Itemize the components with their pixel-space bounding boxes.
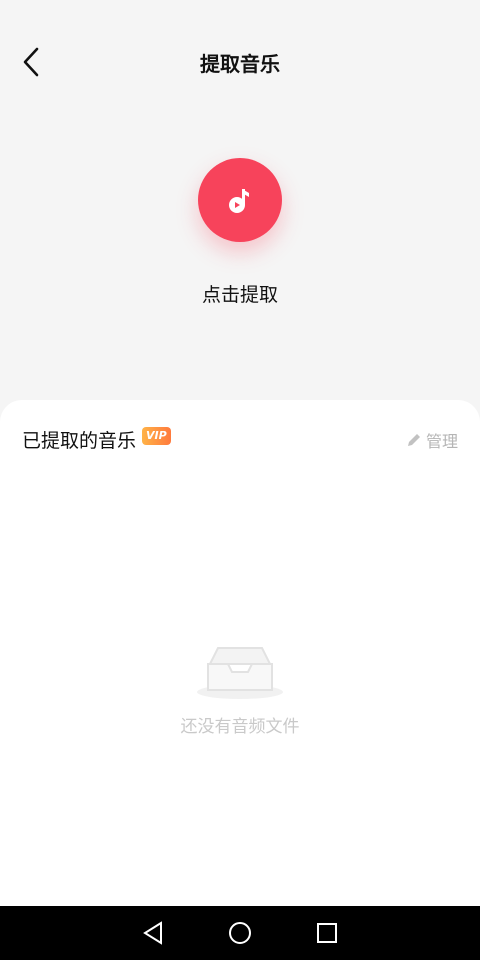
vip-badge: VIP (142, 426, 171, 445)
square-recents-icon (316, 923, 337, 943)
nav-recents-button[interactable] (307, 913, 347, 953)
empty-tray-icon (197, 647, 283, 699)
manage-button[interactable]: 管理 (406, 428, 458, 452)
extracted-music-panel: 已提取的音乐 VIP 管理 还没有音频文件 (0, 400, 480, 906)
panel-title: 已提取的音乐 VIP (22, 426, 171, 453)
pencil-icon (407, 434, 420, 446)
nav-back-button[interactable] (133, 913, 173, 953)
panel-title-text: 已提取的音乐 (22, 430, 137, 452)
top-bar: 提取音乐 (0, 0, 480, 120)
extract-music-button[interactable] (198, 158, 282, 242)
nav-home-button[interactable] (220, 913, 260, 953)
empty-state-text: 还没有音频文件 (180, 717, 300, 737)
system-nav-bar (0, 906, 480, 960)
page-title: 提取音乐 (200, 52, 280, 76)
manage-label: 管理 (425, 432, 458, 451)
music-note-icon (229, 189, 249, 213)
circle-home-icon (228, 922, 251, 944)
triangle-back-icon (143, 921, 163, 945)
extract-label[interactable]: 点击提取 (0, 280, 480, 307)
